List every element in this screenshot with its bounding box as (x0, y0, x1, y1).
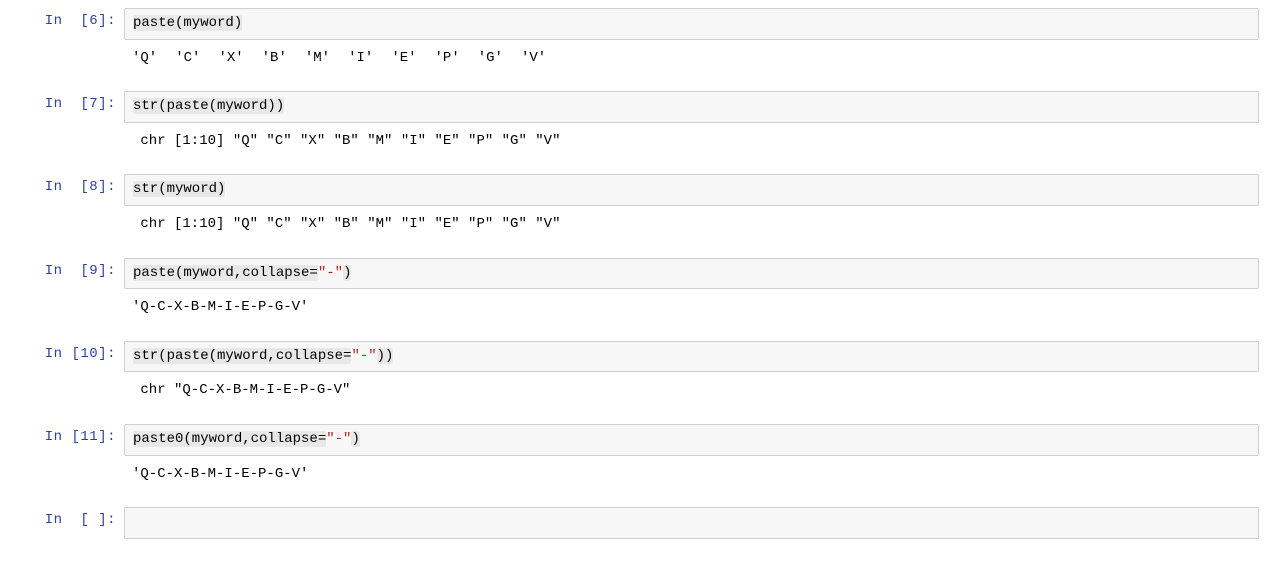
jupyter-notebook: In [6]: paste(myword) 'Q' 'C' 'X' 'B' 'M' 'I' 'E… (0, 8, 1271, 539)
output-list-item: 'I' (348, 49, 373, 69)
output-list: 'Q' 'C' 'X' 'B' 'M' 'I' 'E' 'P' 'G' 'V' (132, 49, 1251, 69)
code-input[interactable]: paste0(myword,collapse="-") (124, 424, 1259, 456)
input-row: In [10]:str(paste(myword,collapse="-")) (0, 341, 1271, 373)
code-token: str(myword) (133, 181, 225, 197)
code-cell: In [9]:paste(myword,collapse="-")'Q-C-X-… (0, 258, 1271, 323)
output-prompt (0, 44, 124, 54)
code-token: str(paste(myword)) (133, 98, 284, 114)
input-row: In [ ]: (0, 507, 1271, 539)
output-text: chr "Q-C-X-B-M-I-E-P-G-V" (124, 376, 1259, 406)
code-token (133, 514, 141, 530)
output-row: chr [1:10] "Q" "C" "X" "B" "M" "I" "E" "… (0, 210, 1271, 240)
code-input[interactable]: paste(myword,collapse="-") (124, 258, 1259, 290)
output-text: 'Q-C-X-B-M-I-E-P-G-V' (124, 293, 1259, 323)
input-prompt: In [ ]: (0, 507, 124, 533)
code-input[interactable]: str(myword) (124, 174, 1259, 206)
code-token: paste0(myword,collapse= (133, 431, 326, 447)
input-row: In [11]:paste0(myword,collapse="-") (0, 424, 1271, 456)
output-text: 'Q-C-X-B-M-I-E-P-G-V' (124, 460, 1259, 490)
code-cell: In [ ]: (0, 507, 1271, 539)
output-prompt (0, 376, 124, 386)
code-token: str(paste(myword,collapse= (133, 348, 351, 364)
code-input[interactable] (124, 507, 1259, 539)
input-prompt: In [11]: (0, 424, 124, 450)
code-token: paste(myword) (133, 15, 242, 31)
code-cell: In [6]: paste(myword) 'Q' 'C' 'X' 'B' 'M' 'I' 'E… (0, 8, 1271, 73)
input-prompt: In [7]: (0, 91, 124, 117)
output-list-item: 'Q' (132, 49, 157, 69)
output-row: 'Q' 'C' 'X' 'B' 'M' 'I' 'E' 'P' 'G' 'V' (0, 44, 1271, 74)
output-row: 'Q-C-X-B-M-I-E-P-G-V' (0, 293, 1271, 323)
output-prompt (0, 460, 124, 470)
output-list-item: 'G' (478, 49, 503, 69)
input-prompt: In [8]: (0, 174, 124, 200)
output-list-item: 'E' (391, 49, 416, 69)
output-prompt (0, 127, 124, 137)
output-plain: chr [1:10] "Q" "C" "X" "B" "M" "I" "E" "… (132, 216, 560, 232)
output-plain: chr [1:10] "Q" "C" "X" "B" "M" "I" "E" "… (132, 133, 560, 149)
output-plain: chr "Q-C-X-B-M-I-E-P-G-V" (132, 382, 350, 398)
output-row: chr [1:10] "Q" "C" "X" "B" "M" "I" "E" "… (0, 127, 1271, 157)
output-text: chr [1:10] "Q" "C" "X" "B" "M" "I" "E" "… (124, 210, 1259, 240)
code-input[interactable]: str(paste(myword,collapse="-")) (124, 341, 1259, 373)
output-list-item: 'B' (262, 49, 287, 69)
output-list-item: 'M' (305, 49, 330, 69)
code-cell: In [10]:str(paste(myword,collapse="-")) … (0, 341, 1271, 406)
output-list-item: 'P' (435, 49, 460, 69)
code-input[interactable]: paste(myword) (124, 8, 1259, 40)
code-cell: In [8]: str(myword) chr [1:10] "Q" "C" "X… (0, 174, 1271, 239)
input-row: In [8]: str(myword) (0, 174, 1271, 206)
output-prompt (0, 293, 124, 303)
output-row: 'Q-C-X-B-M-I-E-P-G-V' (0, 460, 1271, 490)
output-text: 'Q' 'C' 'X' 'B' 'M' 'I' 'E' 'P' 'G' 'V' (124, 44, 1259, 74)
code-cell: In [7]: str(paste(myword)) chr [1:10] "Q"… (0, 91, 1271, 156)
input-prompt: In [9]: (0, 258, 124, 284)
input-row: In [9]:paste(myword,collapse="-") (0, 258, 1271, 290)
output-plain: 'Q-C-X-B-M-I-E-P-G-V' (132, 299, 308, 315)
input-row: In [6]: paste(myword) (0, 8, 1271, 40)
code-cell: In [11]:paste0(myword,collapse="-")'Q-C-… (0, 424, 1271, 489)
output-text: chr [1:10] "Q" "C" "X" "B" "M" "I" "E" "… (124, 127, 1259, 157)
code-input[interactable]: str(paste(myword)) (124, 91, 1259, 123)
input-prompt: In [6]: (0, 8, 124, 34)
output-row: chr "Q-C-X-B-M-I-E-P-G-V" (0, 376, 1271, 406)
code-token: "-" (351, 348, 376, 364)
input-prompt: In [10]: (0, 341, 124, 367)
output-plain: 'Q-C-X-B-M-I-E-P-G-V' (132, 466, 308, 482)
output-list-item: 'C' (175, 49, 200, 69)
code-token: ) (343, 265, 351, 281)
code-token: ) (351, 431, 359, 447)
code-token: paste(myword,collapse= (133, 265, 318, 281)
input-row: In [7]: str(paste(myword)) (0, 91, 1271, 123)
output-list-item: 'V' (521, 49, 546, 69)
code-token: "-" (318, 265, 343, 281)
output-prompt (0, 210, 124, 220)
code-token: )) (377, 348, 394, 364)
output-list-item: 'X' (218, 49, 243, 69)
code-token: "-" (326, 431, 351, 447)
